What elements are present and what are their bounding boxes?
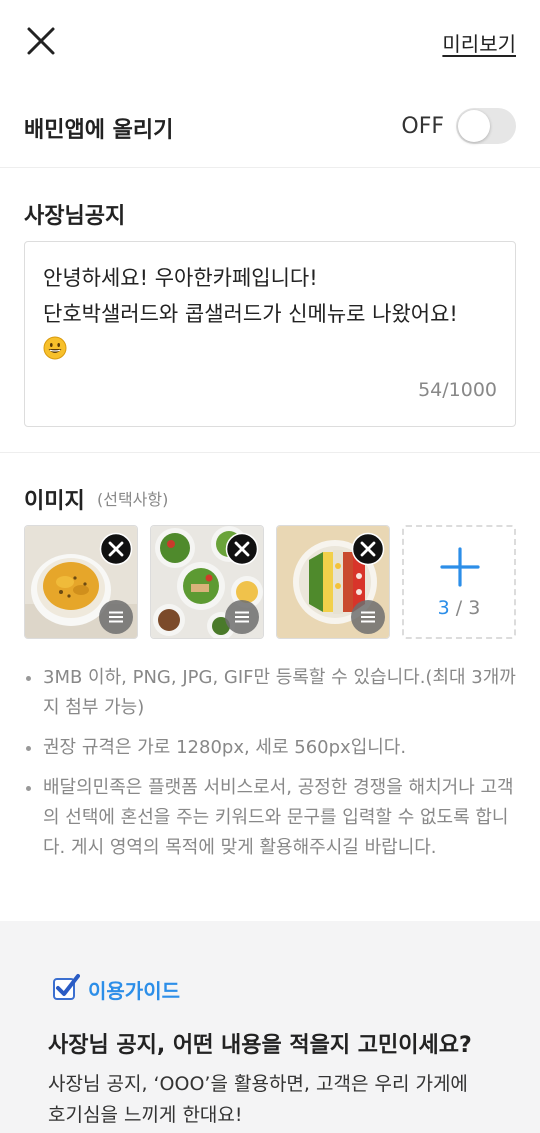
remove-image-3-icon[interactable] (351, 532, 385, 566)
image-thumbnail-1[interactable] (24, 525, 138, 639)
toggle-state-label: OFF (401, 114, 444, 139)
image-thumbnail-2[interactable] (150, 525, 264, 639)
usage-guide-heading: 사장님 공지, 어떤 내용을 적을지 고민이세요? (48, 1033, 472, 1058)
guideline-item: 권장 규격은 가로 1280px, 세로 560px입니다. (24, 733, 520, 763)
image-section-title: 이미지 (24, 489, 85, 514)
notice-text-line-2: 단호박샐러드와 콥샐러드가 신메뉴로 나왔어요! (43, 302, 458, 326)
owner-notice-title: 사장님공지 (24, 204, 126, 229)
image-count-current: 3 (437, 597, 450, 619)
image-section: 이미지 (선택사항) 3 / 3 3MB 이하, PNG, JPG, GIF만 … (0, 453, 540, 921)
switch-knob (458, 110, 490, 142)
drag-handle-1-icon[interactable] (99, 600, 133, 634)
image-count: 3 / 3 (404, 597, 514, 619)
drag-handle-3-icon[interactable] (351, 600, 385, 634)
image-section-optional: (선택사항) (97, 490, 169, 509)
usage-guide-body-line-1: 사장님 공지, ‘OOO’을 활용하면, 고객은 우리 가게에 (48, 1073, 468, 1095)
baemin-upload-title: 배민앱에 올리기 (24, 118, 174, 143)
usage-guide-body: 사장님 공지, ‘OOO’을 활용하면, 고객은 우리 가게에 호기심을 느끼게… (48, 1069, 468, 1131)
image-guidelines: 3MB 이하, PNG, JPG, GIF만 등록할 수 있습니다.(최대 3개… (24, 663, 520, 873)
plus-icon (440, 547, 480, 587)
image-count-max: 3 (468, 597, 481, 619)
drag-handle-2-icon[interactable] (225, 600, 259, 634)
remove-image-2-icon[interactable] (225, 532, 259, 566)
grinning-emoji-icon (43, 336, 67, 360)
usage-guide-label: 이용가이드 (88, 979, 180, 1003)
guideline-item: 배달의민족은 플랫폼 서비스로서, 공정한 경쟁을 해치거나 고객의 선택에 혼… (24, 773, 520, 863)
notice-text-line-1: 안녕하세요! 우아한카페입니다! (43, 266, 318, 290)
guideline-item: 3MB 이하, PNG, JPG, GIF만 등록할 수 있습니다.(최대 3개… (24, 663, 520, 723)
owner-notice-textarea[interactable]: 안녕하세요! 우아한카페입니다! 단호박샐러드와 콥샐러드가 신메뉴로 나왔어요… (24, 241, 516, 427)
image-count-separator: / (449, 597, 469, 619)
checkbox-check-icon (53, 974, 80, 1000)
baemin-upload-switch[interactable] (456, 108, 516, 144)
owner-notice-section: 사장님공지 안녕하세요! 우아한카페입니다! 단호박샐러드와 콥샐러드가 신메뉴… (0, 168, 540, 453)
remove-image-1-icon[interactable] (99, 532, 133, 566)
close-icon[interactable] (24, 24, 58, 58)
usage-guide-body-line-2: 호기심을 느끼게 한대요! (48, 1104, 243, 1126)
image-thumbnail-3[interactable] (276, 525, 390, 639)
add-image-button[interactable]: 3 / 3 (402, 525, 516, 639)
usage-guide-panel: 이용가이드 사장님 공지, 어떤 내용을 적을지 고민이세요? 사장님 공지, … (0, 921, 540, 1133)
top-bar: 미리보기 (0, 0, 540, 84)
baemin-upload-row: 배민앱에 올리기 OFF (0, 84, 540, 168)
preview-link[interactable]: 미리보기 (442, 28, 516, 57)
character-counter: 54/1000 (418, 379, 497, 401)
